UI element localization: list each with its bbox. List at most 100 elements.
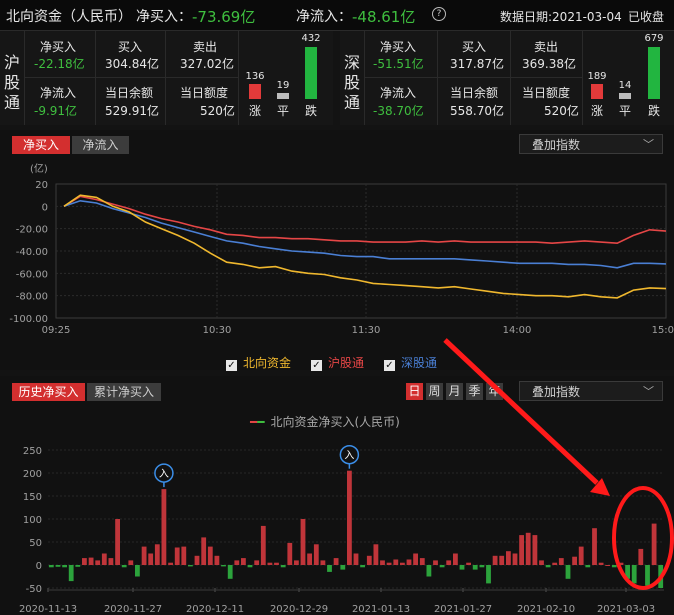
sh-net-inflow-value: -9.91亿 — [34, 104, 78, 118]
bar-day — [572, 556, 577, 565]
sz-down-bar — [648, 47, 660, 99]
bar-day — [565, 565, 571, 579]
y-tick-label: -40.00 — [16, 247, 48, 258]
sh-buy-value: 304.84亿 — [105, 57, 159, 71]
bar-day — [294, 560, 299, 565]
bar-day — [221, 565, 226, 567]
sh-down-count: 432 — [301, 33, 321, 44]
bar-day — [645, 565, 650, 586]
bar-day — [459, 565, 465, 570]
legend-north[interactable]: ✓ 北向资金 — [226, 354, 291, 371]
bar-day — [651, 523, 657, 565]
sz-quota-label: 当日额度 — [522, 86, 571, 100]
chevron-down-icon: ﹀ — [643, 385, 654, 398]
bar-day — [506, 551, 511, 565]
question-circle-icon[interactable]: ? — [432, 7, 446, 21]
bar-day — [95, 560, 101, 565]
x-tick-label: 2021-02-10 — [517, 604, 575, 615]
sz-balance-value: 558.70亿 — [450, 104, 504, 118]
sz-up-bar — [591, 84, 603, 99]
sh-sell-label: 卖出 — [193, 40, 218, 54]
history-overlay-dropdown[interactable]: 叠加指数 ﹀ — [519, 381, 663, 401]
period-year[interactable]: 年 — [486, 383, 503, 400]
period-day[interactable]: 日 — [406, 383, 423, 400]
bar-day — [280, 565, 286, 568]
sh-quota-value: 520亿 — [200, 104, 235, 118]
x-tick-label: 11:30 — [352, 325, 381, 336]
tab-net-inflow[interactable]: 净流入 — [72, 136, 129, 154]
bar-day — [214, 555, 220, 565]
bar-day — [260, 525, 266, 565]
sz-balance-label: 当日余额 — [450, 86, 499, 100]
period-month[interactable]: 月 — [446, 383, 463, 400]
x-tick-label: 14:00 — [503, 325, 532, 336]
sz-net-buy-value: -51.51亿 — [373, 57, 424, 71]
y-tick-label: 50 — [29, 538, 42, 549]
history-legend: ━━ 北向资金净买入(人民币) — [250, 415, 400, 429]
sz-down-label: 跌 — [647, 104, 660, 118]
sz-up-label: 涨 — [590, 104, 603, 118]
bar-day — [585, 565, 591, 568]
shenzhen-connect-label: 深股通 — [343, 53, 360, 112]
tab-cumulative-net-buy[interactable]: 累计净买入 — [87, 383, 161, 401]
bar-day — [181, 546, 187, 565]
bar-day — [406, 559, 412, 565]
bar-day — [479, 565, 485, 568]
overlay-index-dropdown[interactable]: 叠加指数 ﹀ — [519, 134, 663, 154]
bar-day — [400, 562, 405, 565]
bar-day — [466, 562, 471, 565]
shanghai-connect-label: 沪股通 — [3, 53, 20, 112]
sh-flat-count: 19 — [276, 80, 290, 91]
sh-net-inflow-label: 净流入 — [40, 86, 77, 100]
legend-sh[interactable]: ✓ 沪股通 — [311, 354, 364, 371]
series-line-0 — [63, 194, 667, 299]
bar-day — [605, 565, 611, 566]
net-buy-label: 净买入： — [136, 9, 192, 25]
sh-balance-value: 529.91亿 — [105, 104, 159, 118]
series-line-2 — [63, 199, 667, 269]
bar-day — [161, 489, 167, 565]
bar-day — [578, 546, 584, 565]
sz-net-inflow-value: -38.70亿 — [373, 104, 424, 118]
bar-day — [307, 553, 312, 565]
period-week[interactable]: 周 — [426, 383, 443, 400]
bar-day — [486, 565, 491, 584]
summary-header: 北向资金（人民币） 净买入： -73.69亿 净流入： -48.61亿 ? 数据… — [0, 0, 674, 31]
bar-day — [631, 565, 637, 584]
sz-flat-count: 14 — [618, 80, 632, 91]
checkbox-icon: ✓ — [311, 360, 322, 371]
bar-day — [141, 546, 147, 565]
market-status: 已收盘 — [628, 10, 665, 24]
buy-marker: 入 — [154, 463, 174, 488]
bar-day — [525, 532, 531, 565]
sh-net-buy-value: -22.18亿 — [34, 57, 85, 71]
bar-day — [366, 555, 372, 565]
history-section: 历史净买入 累计净买入 日 周 月 季 年 叠加指数 ﹀ ━━ 北向资金净买入(人民… — [0, 376, 674, 615]
bar-day — [552, 562, 558, 565]
bar-day — [115, 519, 120, 565]
y-tick-label: 100 — [23, 515, 42, 526]
shanghai-connect-panel: 沪股通 净买入 -22.18亿 买入 304.84亿 卖出 327.02亿 净流… — [0, 31, 333, 125]
bar-day — [75, 565, 81, 567]
x-tick-label: 2021-01-13 — [352, 604, 410, 615]
x-tick-label: 2020-12-29 — [270, 604, 328, 615]
bar-day — [347, 470, 352, 565]
legend-sz[interactable]: ✓ 深股通 — [384, 354, 437, 371]
bar-day — [433, 560, 438, 565]
x-tick-label: 2021-01-27 — [434, 604, 492, 615]
sh-flat-label: 平 — [276, 104, 289, 118]
bar-day — [55, 565, 61, 567]
sz-net-inflow-label: 净流入 — [380, 86, 417, 100]
bar-day — [201, 537, 207, 565]
header-title: 北向资金（人民币） — [6, 9, 132, 25]
tab-history-net-buy[interactable]: 历史净买入 — [12, 383, 85, 401]
intraday-line-chart: (亿) 20 0 -20.00 -40.00 -60.00 -80.00 -100.0009:… — [9, 162, 674, 336]
sh-up-label: 涨 — [248, 104, 261, 118]
bar-day — [472, 565, 478, 570]
net-inflow-value: -48.61亿 — [352, 8, 416, 26]
bar-day — [227, 565, 233, 579]
bar-day — [267, 562, 273, 565]
tab-net-buy[interactable]: 净买入 — [12, 136, 70, 154]
period-quarter[interactable]: 季 — [466, 383, 483, 400]
sh-net-buy-label: 净买入 — [40, 40, 77, 54]
